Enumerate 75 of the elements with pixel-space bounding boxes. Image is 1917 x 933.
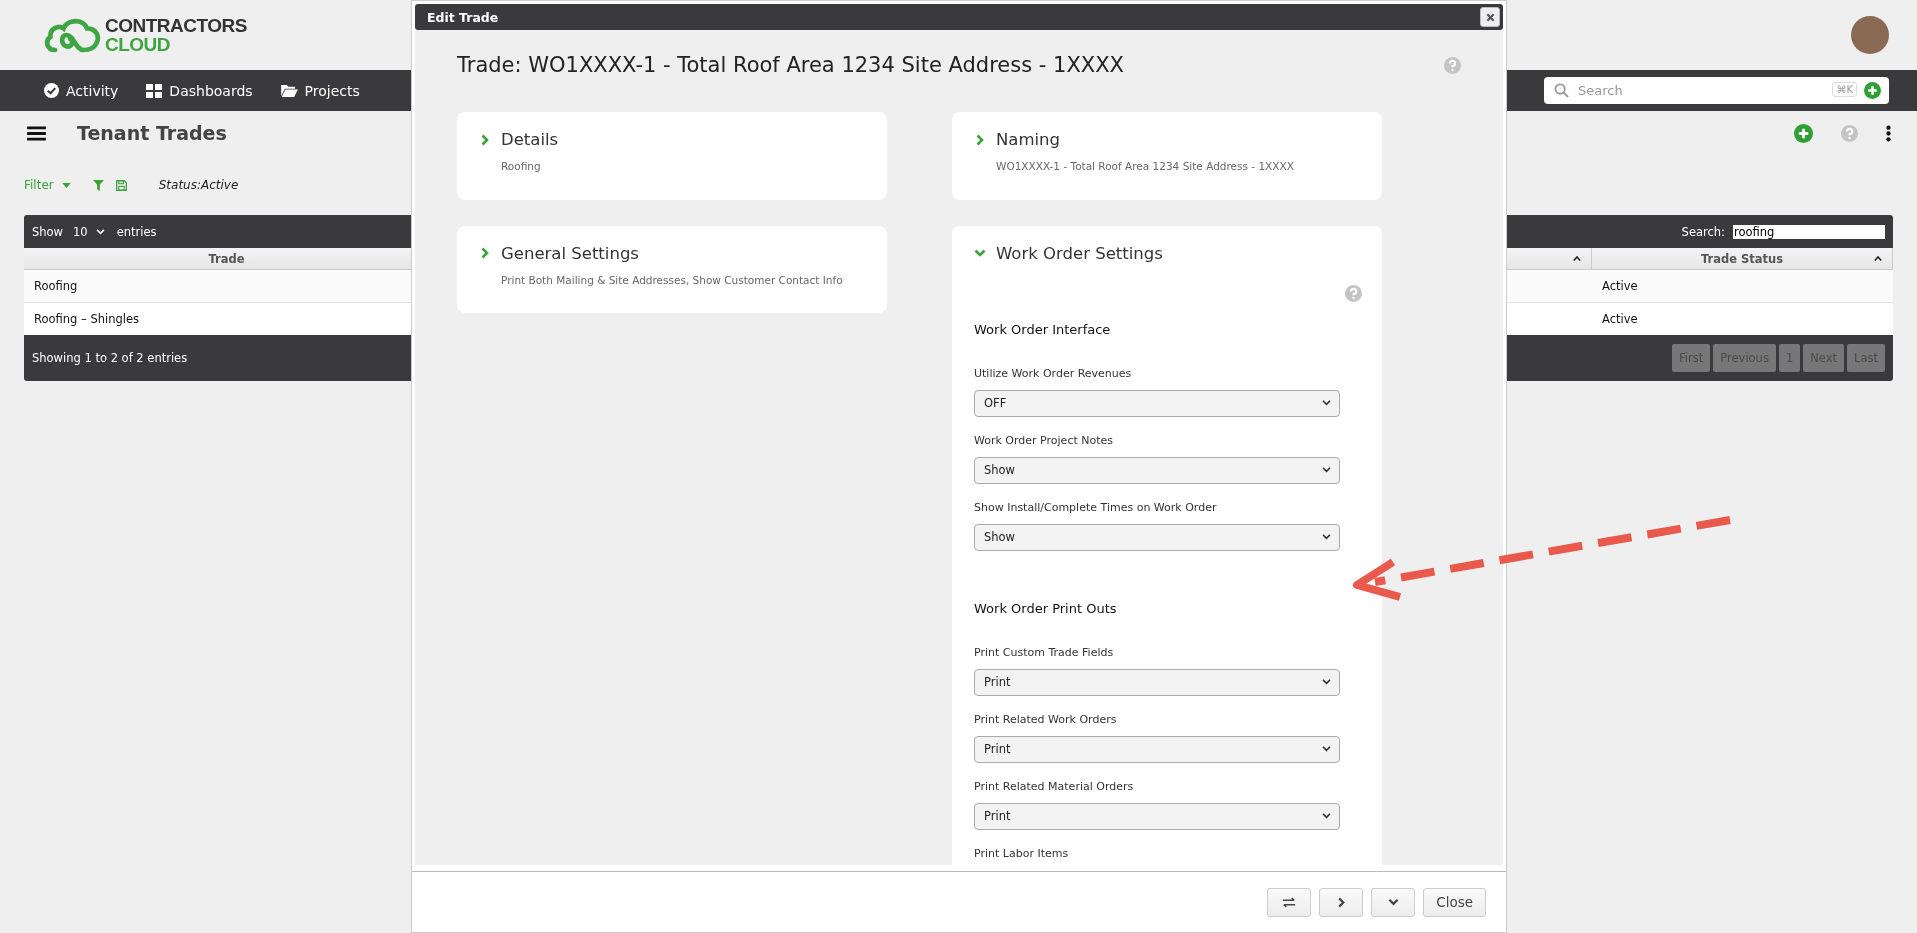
field-label: Utilize Work Order Revenues (974, 366, 1133, 380)
chevron-down-icon (1322, 679, 1331, 686)
add-icon[interactable] (1794, 123, 1813, 143)
help-icon[interactable] (1345, 284, 1362, 302)
table-cell: Active (1592, 270, 1893, 303)
card-summary: Print Both Mailing & Site Addresses, Show Customer Contact Info (501, 272, 844, 288)
select-field[interactable]: OFF (974, 389, 1340, 417)
logo-wordmark: CLOUD (105, 35, 172, 54)
select-field[interactable]: Print (974, 802, 1340, 830)
swap-button[interactable] (1267, 887, 1312, 917)
shortcut-hint: ⌘K (1832, 82, 1857, 97)
table-cell: Active (1592, 303, 1893, 335)
select-field[interactable]: Show (974, 523, 1340, 551)
chevron-down-icon (95, 228, 105, 235)
next-button[interactable] (1319, 887, 1364, 917)
select-field[interactable]: Show (974, 456, 1340, 484)
add-icon[interactable] (1864, 82, 1881, 99)
field-label: Print Custom Trade Fields (974, 645, 1115, 659)
close-button[interactable] (1480, 7, 1500, 27)
help-icon[interactable] (1444, 56, 1461, 74)
card-header[interactable]: General Settings (479, 243, 867, 263)
table-info: Showing 1 to 2 of 2 entries (32, 351, 188, 365)
caret-down-icon (61, 182, 71, 188)
filter-icon[interactable] (92, 179, 104, 191)
logo-wordmark: CONTRACTORS (105, 16, 247, 35)
card-summary: Roofing (501, 159, 542, 174)
filter-status: Status:Active (158, 178, 239, 192)
close-icon (1485, 12, 1495, 22)
expand-button[interactable] (1371, 887, 1416, 917)
length-label: Show (32, 224, 64, 239)
sort-icon (1874, 256, 1882, 261)
field-label: Print Labor Items (974, 846, 1070, 860)
nav-link[interactable]: Activity (44, 82, 119, 99)
sort-icon (1573, 256, 1581, 261)
close-button[interactable]: Close (1423, 887, 1486, 917)
section-heading: Work Order Print Outs (974, 600, 1118, 616)
search-label: Search: (1681, 224, 1725, 239)
search-icon (1554, 83, 1569, 98)
check-circle-icon (44, 83, 59, 98)
trade-heading: Trade: WO1XXXX-1 - Total Roof Area 1234 Site Address - 1XXXX (457, 53, 1124, 77)
length-label: entries (116, 224, 157, 239)
cloud-logo-icon (42, 16, 102, 54)
column-header[interactable]: Trade Status (1592, 248, 1893, 270)
nav-link[interactable]: Projects (280, 82, 360, 99)
chevron-down-icon (1322, 400, 1331, 407)
select-field[interactable]: Print (974, 735, 1340, 763)
nav-link[interactable]: Dashboards (146, 82, 253, 99)
table-search-field[interactable]: roofing (1733, 224, 1885, 239)
chevron-down-icon (1322, 746, 1331, 753)
card-header[interactable]: Naming (974, 130, 1362, 149)
chevron-down-icon (1322, 467, 1331, 474)
card-header[interactable]: Work Order Settings (974, 243, 1362, 263)
page-title: Tenant Trades (77, 122, 227, 144)
save-icon[interactable] (115, 179, 127, 191)
dialog-title: Edit Trade (427, 9, 499, 25)
help-icon[interactable] (1841, 124, 1858, 142)
menu-icon[interactable] (27, 125, 46, 141)
field-label: Show Install/Complete Times on Work Order (974, 500, 1218, 514)
folder-icon (280, 84, 298, 97)
swap-arrows-icon (1282, 896, 1297, 908)
page-length-select[interactable]: 10 (73, 224, 105, 239)
field-label: Print Related Material Orders (974, 779, 1135, 793)
chevron-right-icon (1337, 896, 1346, 908)
card-header[interactable]: Details (479, 130, 867, 149)
field-label: Print Related Work Orders (974, 712, 1118, 726)
field-label: Work Order Project Notes (974, 433, 1114, 447)
more-options-icon[interactable] (1886, 123, 1891, 143)
card-summary: WO1XXXX-1 - Total Roof Area 1234 Site Address - 1XXXX (996, 159, 1295, 174)
chevron-down-icon (1322, 534, 1331, 541)
grid-icon (146, 83, 163, 98)
section-heading: Work Order Interface (974, 321, 1112, 337)
chevron-down-icon (1387, 898, 1399, 906)
user-avatar[interactable] (1851, 16, 1889, 54)
select-field[interactable]: Print (974, 668, 1340, 696)
chevron-down-icon (1322, 813, 1331, 820)
